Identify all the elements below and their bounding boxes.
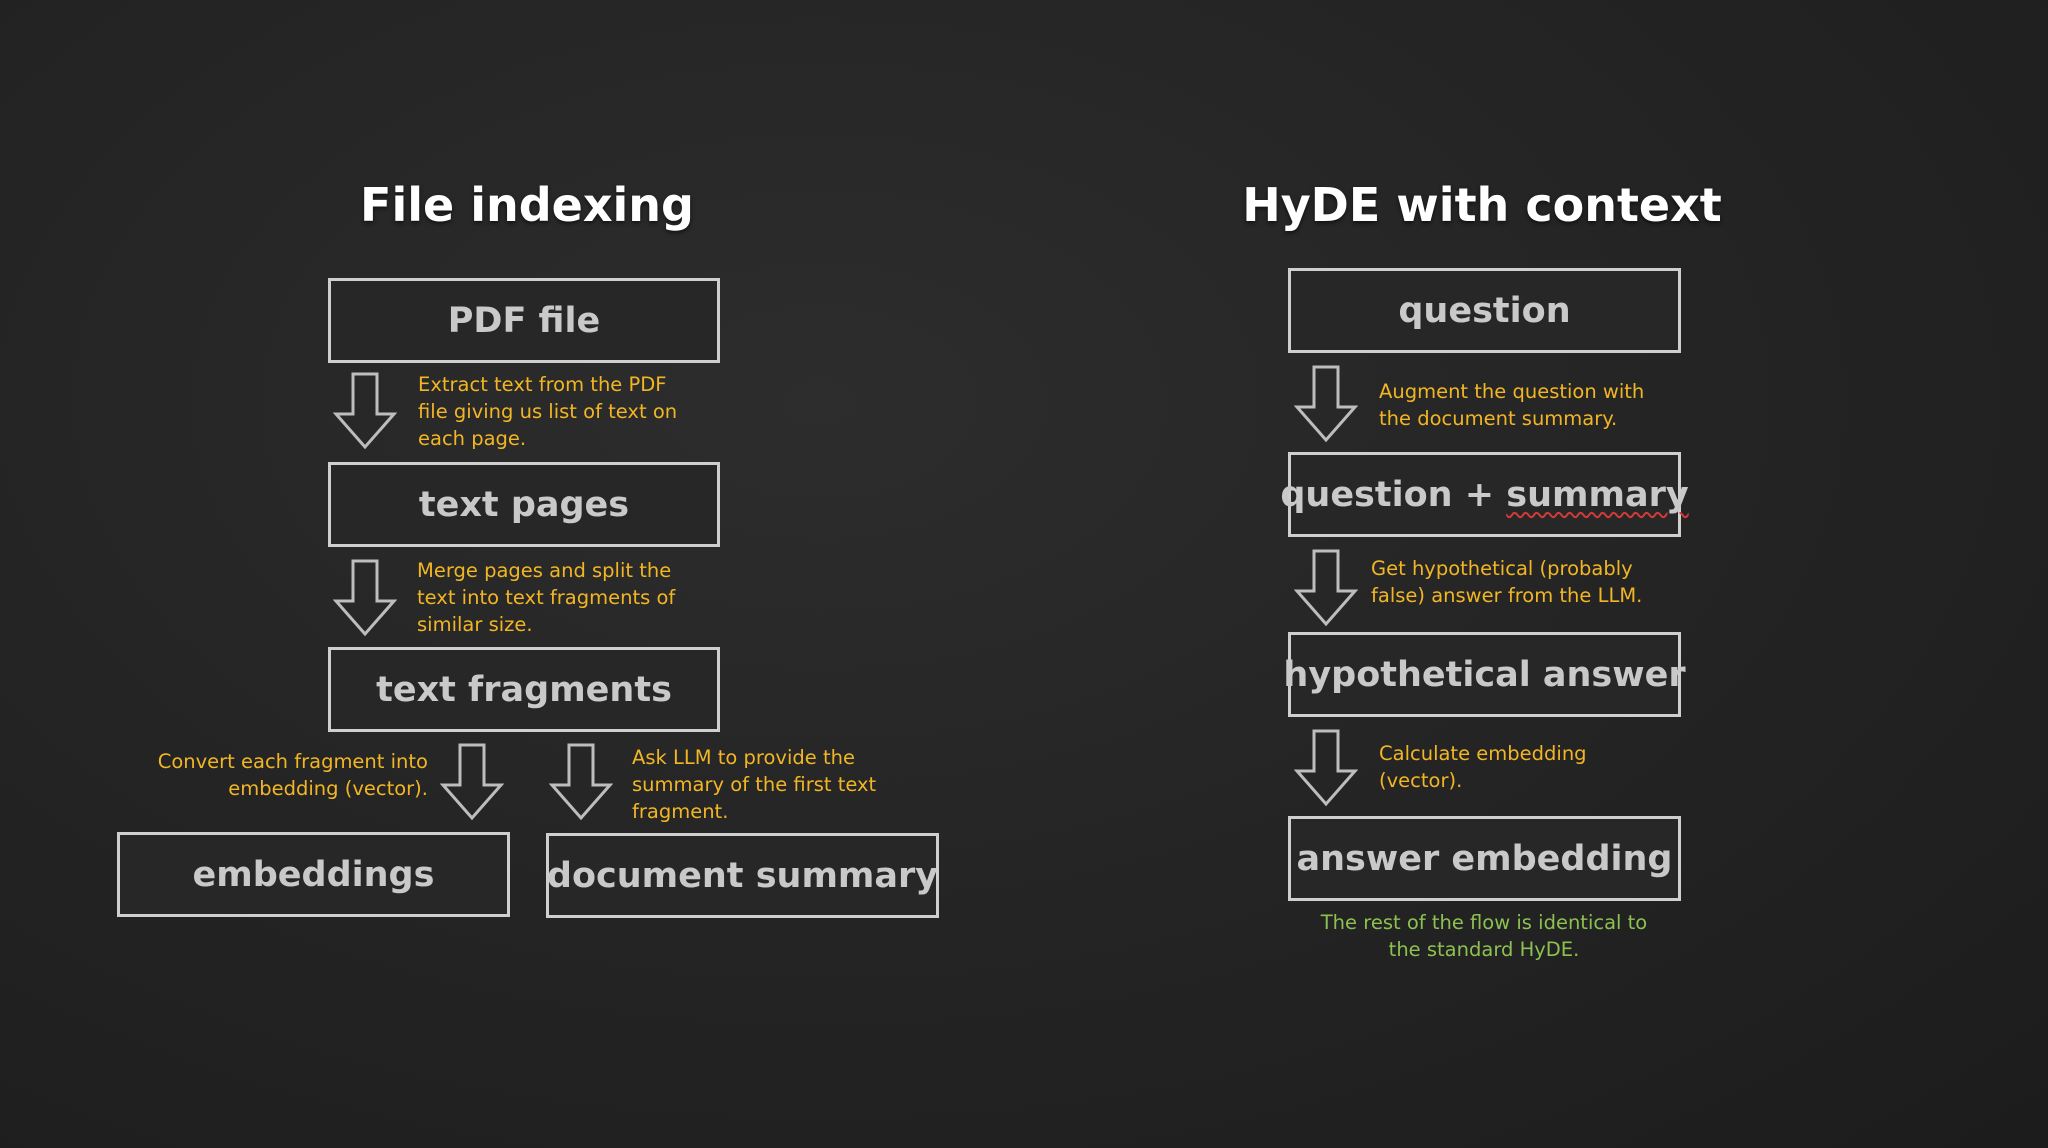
text-pages-box: text pages: [328, 462, 720, 547]
augment-question-note: Augment the question with the document s…: [1379, 380, 1645, 430]
embeddings-box: embeddings: [117, 832, 510, 917]
calculate-embedding-note: Calculate embedding (vector).: [1379, 742, 1587, 792]
hypothetical-answer-box: hypothetical answer: [1283, 632, 1686, 717]
down-arrow-icon: [549, 743, 613, 821]
document-summary-label: document summary: [546, 855, 939, 896]
question-label: question: [1398, 290, 1571, 331]
rest-of-flow-note: The rest of the flow is identical to the…: [1320, 911, 1648, 961]
hypothetical-answer-label: hypothetical answer: [1283, 654, 1686, 695]
question-plus-summary-label: question + summary: [1280, 475, 1688, 515]
get-hypothetical-note: Get hypothetical (probably false) answer…: [1371, 557, 1643, 607]
text-pages-label: text pages: [418, 484, 630, 525]
down-arrow-icon: [440, 743, 504, 821]
file-indexing-title: File indexing: [360, 178, 694, 232]
down-arrow-icon: [1294, 549, 1358, 627]
down-arrow-icon: [1294, 365, 1358, 443]
document-summary-box: document summary: [546, 833, 939, 918]
text-fragments-box: text fragments: [328, 647, 720, 732]
pdf-file-box: PDF file: [328, 278, 720, 363]
hyde-with-context-title: HyDE with context: [1242, 178, 1722, 232]
convert-fragment-note: Convert each fragment into embedding (ve…: [157, 750, 428, 800]
question-plus-text: question +: [1280, 474, 1507, 515]
embeddings-label: embeddings: [192, 854, 435, 895]
question-box: question: [1288, 268, 1681, 353]
down-arrow-icon: [1294, 729, 1358, 807]
merge-pages-note: Merge pages and split the text into text…: [417, 559, 676, 636]
summary-word: summary: [1506, 474, 1689, 515]
answer-embedding-box: answer embedding: [1288, 816, 1681, 901]
ask-llm-note: Ask LLM to provide the summary of the fi…: [632, 746, 877, 823]
pdf-file-label: PDF file: [447, 300, 601, 341]
extract-text-note: Extract text from the PDF file giving us…: [418, 373, 678, 450]
text-fragments-label: text fragments: [376, 669, 672, 710]
down-arrow-icon: [333, 372, 397, 450]
question-plus-summary-box: question + summary: [1280, 452, 1689, 537]
down-arrow-icon: [333, 559, 397, 637]
answer-embedding-label: answer embedding: [1296, 838, 1673, 879]
